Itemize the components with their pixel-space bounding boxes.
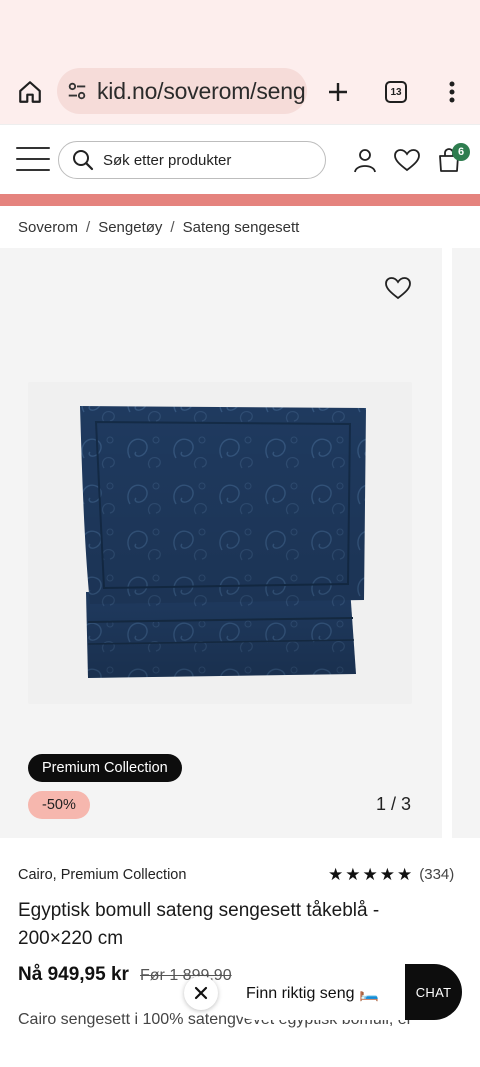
product-image [28,382,412,704]
star-icon: ★ [397,865,413,884]
cart-count-badge: 6 [452,143,470,161]
star-icon: ★ [328,865,344,884]
product-brand[interactable]: Cairo, Premium Collection [18,867,186,883]
discount-badge: -50% [28,791,90,819]
tab-switcher-button[interactable]: 13 [376,72,416,112]
heart-icon [394,149,420,172]
site-settings-icon[interactable] [57,80,97,102]
more-vert-icon [449,81,455,103]
menu-icon[interactable] [16,147,50,171]
next-image-preview[interactable] [452,248,480,838]
breadcrumb: Soverom / Sengetøy / Sateng sengesett [18,216,299,238]
star-icon: ★ [362,865,378,884]
browser-menu-button[interactable] [432,72,472,112]
url-text: kid.no/soverom/seng [97,77,306,104]
account-button[interactable] [350,145,380,175]
breadcrumb-link-soverom[interactable]: Soverom [18,219,78,236]
star-icon: ★ [345,865,361,884]
chat-button[interactable]: CHAT [405,964,462,1020]
close-finder-button[interactable] [184,976,218,1010]
status-bar [0,0,480,60]
product-rating[interactable]: ★ ★ ★ ★ ★ (334) [328,866,454,883]
add-to-wishlist-button[interactable] [384,276,416,306]
home-icon [19,81,41,103]
breadcrumb-separator: / [86,218,91,236]
promo-banner[interactable] [0,194,480,206]
breadcrumb-link-sengetoy[interactable]: Sengetøy [98,219,162,236]
product-image-gallery[interactable]: Premium Collection -50% 1 / 3 [0,248,442,838]
browser-toolbar: kid.no/soverom/seng 13 [0,60,480,124]
premium-collection-badge: Premium Collection [28,754,182,782]
cart-button[interactable]: 6 [434,143,470,175]
bed-finder-button[interactable]: Finn riktig seng 🛏️ [228,966,428,1020]
image-counter: 1 / 3 [376,794,412,814]
site-header: Søk etter produkter 6 [0,124,480,194]
user-icon [354,149,376,173]
search-icon [73,150,94,171]
close-icon [194,986,208,1000]
home-button[interactable] [10,72,50,112]
product-title: Egyptisk bomull sateng sengesett tåkeblå… [18,900,380,949]
plus-icon [329,83,347,101]
address-bar[interactable]: kid.no/soverom/seng [57,68,307,114]
bed-finder-label: Finn riktig seng 🛏️ [246,985,379,1002]
star-icon: ★ [379,865,395,884]
review-count: (334) [419,866,455,883]
search-input[interactable]: Søk etter produkter [58,141,326,179]
wishlist-button[interactable] [392,145,422,175]
heart-icon [385,277,411,300]
breadcrumb-link-sateng-sengesett[interactable]: Sateng sengesett [183,219,300,236]
tab-count: 13 [385,81,407,103]
new-tab-button[interactable] [318,72,358,112]
current-price: Nå 949,95 kr [18,964,129,985]
search-placeholder: Søk etter produkter [103,151,232,169]
breadcrumb-separator: / [170,218,175,236]
previous-price: Før 1 899,90 [140,967,232,984]
